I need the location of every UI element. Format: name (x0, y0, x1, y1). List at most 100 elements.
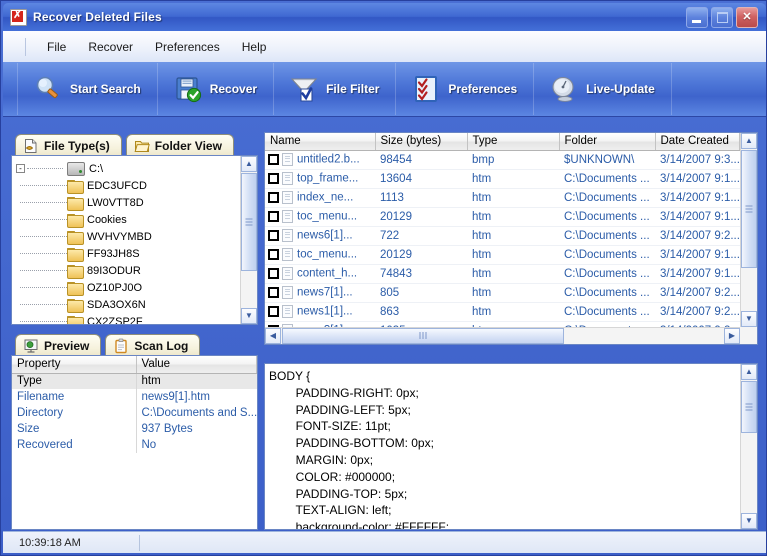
tree-connector (20, 202, 67, 204)
close-icon: ✕ (737, 8, 757, 27)
property-value: C:\Documents and S... (136, 405, 257, 421)
tree-vertical-scrollbar[interactable]: ▲ ▼ (240, 156, 257, 324)
minimize-button[interactable] (686, 7, 708, 28)
tab-preview[interactable]: Preview (15, 334, 101, 357)
toolbar-label: Start Search (70, 82, 141, 96)
tree-node[interactable]: Cookies (16, 211, 240, 228)
property-row[interactable]: DirectoryC:\Documents and S... (12, 405, 257, 421)
tree-node[interactable]: 89I3ODUR (16, 262, 240, 279)
toolbar-file-filter-button[interactable]: File Filter (274, 63, 396, 115)
preview-vertical-scrollbar[interactable]: ▲ ▼ (740, 364, 757, 529)
column-header-type[interactable]: Type (467, 133, 559, 150)
table-row[interactable]: top_frame...13604htmC:\Documents ...3/14… (265, 169, 740, 188)
tree-expander-icon[interactable]: - (16, 164, 25, 173)
menu-item-help[interactable]: Help (231, 37, 278, 57)
file-icon (282, 267, 293, 280)
column-header-folder[interactable]: Folder (559, 133, 655, 150)
row-checkbox[interactable] (268, 192, 279, 203)
menu-item-file[interactable]: File (36, 37, 77, 57)
file-size-cell: 20129 (375, 245, 467, 264)
tab-file-types[interactable]: File Type(s) (15, 134, 122, 157)
scroll-down-icon[interactable]: ▼ (741, 513, 757, 529)
property-row[interactable]: Typehtm (12, 373, 257, 389)
row-checkbox[interactable] (268, 268, 279, 279)
file-list-horizontal-scrollbar[interactable]: ◀ ▶ (265, 327, 740, 344)
file-list-vertical-scrollbar[interactable]: ▲ ▼ (740, 133, 757, 327)
tree-node[interactable]: OZ10PJ0O (16, 279, 240, 296)
scroll-down-icon[interactable]: ▼ (741, 311, 757, 327)
scroll-thumb[interactable] (741, 150, 757, 268)
file-name-cell[interactable]: news1[1]... (265, 302, 375, 321)
toolbar-preferences-button[interactable]: Preferences (396, 63, 534, 115)
row-checkbox[interactable] (268, 211, 279, 222)
file-name-cell[interactable]: news6[1]... (265, 226, 375, 245)
tree-node[interactable]: EDC3UFCD (16, 177, 240, 194)
file-name-cell[interactable]: untitled2.b... (265, 150, 375, 169)
scroll-left-icon[interactable]: ◀ (265, 328, 281, 344)
row-checkbox[interactable] (268, 306, 279, 317)
file-name-cell[interactable]: news7[1]... (265, 283, 375, 302)
toolbar-start-search-button[interactable]: Start Search (17, 63, 158, 115)
table-row[interactable]: toc_menu...20129htmC:\Documents ...3/14/… (265, 207, 740, 226)
table-row[interactable]: news1[1]...863htmC:\Documents ...3/14/20… (265, 302, 740, 321)
scroll-grip (746, 402, 753, 413)
toolbar-live-update-button[interactable]: Live-Update (534, 63, 672, 115)
scroll-up-icon[interactable]: ▲ (741, 364, 757, 380)
tree-node[interactable]: WVHVYMBD (16, 228, 240, 245)
file-size-cell: 20129 (375, 207, 467, 226)
column-header-property[interactable]: Property (12, 356, 136, 373)
file-name-cell[interactable]: index_ne... (265, 188, 375, 207)
preview-content[interactable]: BODY { PADDING-RIGHT: 0px; PADDING-LEFT:… (265, 364, 740, 529)
column-header-size[interactable]: Size (bytes) (375, 133, 467, 150)
close-button[interactable]: ✕ (736, 7, 758, 28)
scroll-thumb[interactable] (241, 173, 257, 271)
table-row[interactable]: news6[1]...722htmC:\Documents ...3/14/20… (265, 226, 740, 245)
tab-folder-view[interactable]: Folder View (126, 134, 234, 157)
scroll-right-icon[interactable]: ▶ (724, 328, 740, 344)
tree-node[interactable]: FF93JH8S (16, 245, 240, 262)
table-row[interactable]: index_ne...1113htmC:\Documents ...3/14/2… (265, 188, 740, 207)
folder-icon (67, 214, 82, 226)
scroll-thumb-horizontal[interactable] (282, 328, 564, 344)
scroll-thumb[interactable] (741, 381, 757, 433)
row-checkbox[interactable] (268, 173, 279, 184)
scroll-down-icon[interactable]: ▼ (241, 308, 257, 324)
row-checkbox[interactable] (268, 230, 279, 241)
property-grid: Property Value TypehtmFilenamenews9[1].h… (12, 356, 257, 453)
scroll-up-icon[interactable]: ▲ (741, 133, 757, 149)
row-checkbox[interactable] (268, 287, 279, 298)
property-row[interactable]: RecoveredNo (12, 437, 257, 453)
table-row[interactable]: untitled2.b...98454bmp$UNKNOWN\3/14/2007… (265, 150, 740, 169)
toolbar-recover-button[interactable]: Recover (158, 63, 274, 115)
file-folder-cell: C:\Documents ... (559, 245, 655, 264)
table-row[interactable]: news7[1]...805htmC:\Documents ...3/14/20… (265, 283, 740, 302)
column-header-name[interactable]: Name (265, 133, 375, 150)
column-header-value[interactable]: Value (136, 356, 257, 373)
file-name-cell[interactable]: toc_menu... (265, 245, 375, 264)
toolbar-label: Preferences (448, 82, 517, 96)
tree-node[interactable]: CX2ZSP2F (16, 313, 240, 324)
tree-node[interactable]: LW0VTT8D (16, 194, 240, 211)
tree-node-label: SDA3OX6N (87, 299, 146, 311)
row-checkbox[interactable] (268, 249, 279, 260)
maximize-button[interactable] (711, 7, 733, 28)
folder-icon (67, 299, 82, 311)
table-row[interactable]: toc_menu...20129htmC:\Documents ...3/14/… (265, 245, 740, 264)
file-name-cell[interactable]: top_frame... (265, 169, 375, 188)
column-header-date-created[interactable]: Date Created (655, 133, 740, 150)
menu-item-preferences[interactable]: Preferences (144, 37, 231, 57)
file-size-cell: 74843 (375, 264, 467, 283)
file-name-cell[interactable]: toc_menu... (265, 207, 375, 226)
file-icon (282, 305, 293, 318)
row-checkbox[interactable] (268, 154, 279, 165)
menu-item-recover[interactable]: Recover (77, 37, 144, 57)
tree-row-root[interactable]: - C:\ (16, 160, 240, 177)
folder-tree[interactable]: - C:\ EDC3UFCDLW0VTT8DCookiesWVHVYMBDFF9… (12, 156, 240, 324)
property-row[interactable]: Size937 Bytes (12, 421, 257, 437)
property-row[interactable]: Filenamenews9[1].htm (12, 389, 257, 405)
file-name-cell[interactable]: content_h... (265, 264, 375, 283)
table-row[interactable]: content_h...74843htmC:\Documents ...3/14… (265, 264, 740, 283)
scroll-up-icon[interactable]: ▲ (241, 156, 257, 172)
tab-scan-log[interactable]: Scan Log (105, 334, 200, 357)
tree-node[interactable]: SDA3OX6N (16, 296, 240, 313)
